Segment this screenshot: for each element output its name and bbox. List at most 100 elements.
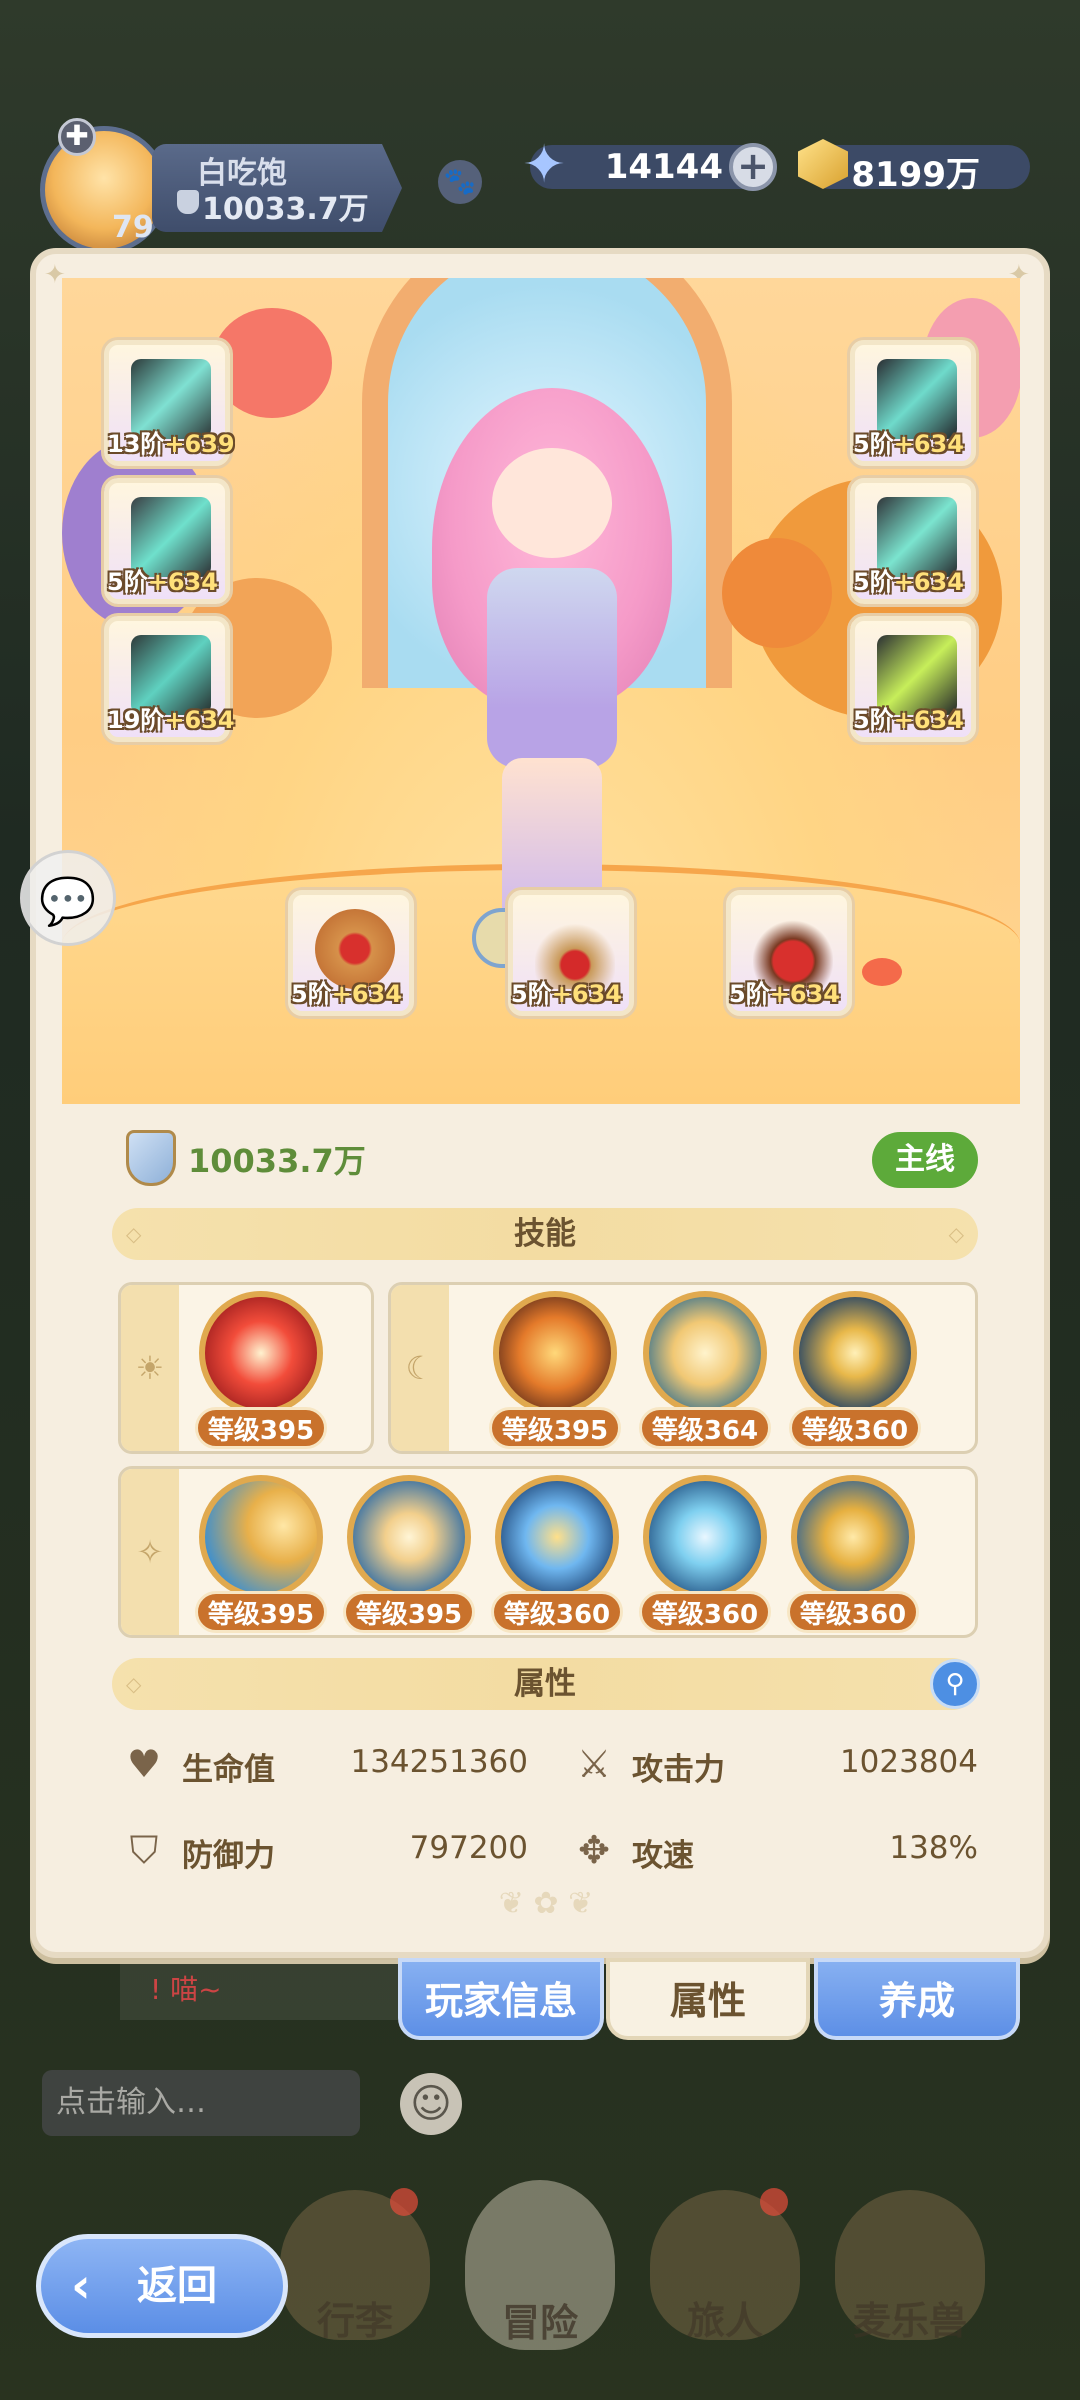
skill-slot[interactable]: 等级360	[639, 1475, 771, 1635]
attr-value: 138%	[889, 1830, 978, 1866]
diamond-ornament-icon: ◇	[126, 1672, 142, 1696]
chat-bubble-icon[interactable]: 💬	[20, 850, 116, 946]
notification-dot	[760, 2188, 788, 2216]
nav-label: 行李	[316, 2299, 393, 2343]
gem-amount: 14144	[604, 147, 723, 187]
skill-icon	[793, 1291, 917, 1415]
player-level: 79	[112, 210, 154, 245]
skills-header: ◇ 技能 ◇	[112, 1208, 978, 1260]
equip-slot-boots[interactable]: 5阶+634	[850, 616, 976, 742]
attr-label: 生命值	[182, 1752, 275, 1788]
gold-amount: 8199万	[851, 155, 980, 195]
skill-icon	[199, 1291, 323, 1415]
character-scene: 13阶+639 5阶+634 19阶+634 5阶+634 5阶+634 5阶+…	[62, 278, 1020, 1104]
skill-slot[interactable]: 等级395	[195, 1475, 327, 1635]
skill-level: 等级360	[789, 1407, 921, 1449]
bear-balloon	[212, 308, 332, 418]
star-skill-group: ✧ 等级395 等级395 等级360 等级360 等级360	[118, 1466, 978, 1638]
equip-tier: 13阶+639	[107, 430, 235, 458]
skill-slot[interactable]: 等级395	[489, 1291, 621, 1451]
pumpkin-witch	[722, 538, 832, 648]
sun-skill-group: ☀ 等级395	[118, 1282, 374, 1454]
diamond-ornament-icon: ◇	[948, 1222, 964, 1246]
back-button[interactable]: ‹ 返回	[36, 2234, 288, 2338]
equip-tier: 5阶+634	[291, 980, 402, 1008]
attributes-title: 属性	[514, 1666, 576, 1702]
crest-icon: ✚	[58, 118, 96, 156]
equip-slot-amulet[interactable]: 5阶+634	[726, 890, 852, 1016]
emoji-icon[interactable]: ☺	[400, 2073, 462, 2135]
player-power: 10033.7万	[202, 192, 369, 227]
cat-ornament-icon: ❦ ✿ ❦	[498, 1886, 594, 1921]
add-gems-button[interactable]: +	[729, 143, 777, 191]
nav-label: 旅人	[686, 2299, 763, 2343]
equip-tier: 19阶+634	[107, 706, 235, 734]
tab-training[interactable]: 养成	[814, 1958, 1020, 2040]
skill-icon	[643, 1475, 767, 1599]
skill-slot[interactable]: 等级360	[491, 1475, 623, 1635]
skill-level: 等级395	[343, 1591, 475, 1633]
attr-value: 134251360	[350, 1744, 528, 1780]
nav-adventure[interactable]: 冒险	[455, 2180, 625, 2380]
skill-icon	[347, 1475, 471, 1599]
sun-icon: ☀	[121, 1285, 179, 1451]
attribute-detail-search-button[interactable]: ⚲	[930, 1659, 980, 1709]
chat-input[interactable]: 点击输入…	[42, 2070, 360, 2136]
sparkle-icon: ✧	[121, 1469, 179, 1635]
back-label: 返回	[137, 2263, 217, 2309]
skill-level: 等级360	[491, 1591, 623, 1633]
nav-pets[interactable]: 麦乐兽	[825, 2180, 995, 2380]
equip-tier: 5阶+634	[107, 568, 218, 596]
skill-slot[interactable]: 等级395	[343, 1475, 475, 1635]
equip-tier: 5阶+634	[853, 430, 964, 458]
gold-counter: 8199万	[798, 139, 1030, 195]
cat-paw-icon[interactable]: 🐾	[438, 160, 482, 204]
equip-slot-ring[interactable]: 5阶+634	[288, 890, 414, 1016]
skill-icon	[493, 1291, 617, 1415]
character-panel: ✦ ✦ 13阶+639 5阶+634 19阶+634 5阶+634 5阶+634…	[30, 248, 1050, 1958]
attr-value: 797200	[409, 1830, 528, 1866]
skill-icon	[791, 1475, 915, 1599]
character-outfit	[487, 568, 617, 768]
diamond-ornament-icon: ◇	[126, 1222, 142, 1246]
combat-power-value: 10033.7万	[188, 1142, 366, 1180]
player-profile[interactable]: ✚ 79 白吃饱 10033.7万	[12, 118, 412, 254]
tab-attributes[interactable]: 属性	[606, 1958, 810, 2040]
nav-label: 冒险	[501, 2301, 578, 2345]
speed-nodes-icon: ✥	[578, 1828, 610, 1872]
chat-message: ! 喵~	[120, 1960, 400, 2020]
nav-luggage[interactable]: 行李	[270, 2180, 440, 2380]
skills-title: 技能	[514, 1216, 576, 1252]
skill-slot[interactable]: 等级364	[639, 1291, 771, 1451]
skill-slot[interactable]: 等级360	[789, 1291, 921, 1451]
character-face	[492, 448, 612, 558]
skill-icon	[643, 1291, 767, 1415]
mainline-button[interactable]: 主线	[872, 1132, 978, 1188]
character-model[interactable]	[432, 368, 672, 968]
equip-slot-belt[interactable]: 19阶+634	[104, 616, 235, 742]
power-shield-icon	[126, 1130, 176, 1186]
equip-tier: 5阶+634	[853, 706, 964, 734]
ladybug	[862, 958, 902, 986]
star-gem-icon: ✦	[522, 135, 566, 195]
attributes-header: ◇ 属性 ⚲	[112, 1658, 980, 1710]
equip-tier: 5阶+634	[511, 980, 622, 1008]
search-icon: ⚲	[945, 1669, 965, 1699]
power-shield-icon	[177, 190, 199, 214]
skill-slot[interactable]: 等级360	[787, 1475, 919, 1635]
nav-travelers[interactable]: 旅人	[640, 2180, 810, 2380]
equip-slot-gloves[interactable]: 5阶+634	[850, 478, 976, 604]
tab-player-info[interactable]: 玩家信息	[398, 1958, 604, 2040]
skill-slot[interactable]: 等级395	[195, 1291, 327, 1451]
nav-label: 麦乐兽	[852, 2299, 967, 2343]
attr-label: 防御力	[182, 1838, 275, 1874]
equip-slot-armor[interactable]: 5阶+634	[104, 478, 230, 604]
equip-slot-weapon[interactable]: 13阶+639	[104, 340, 235, 466]
equip-tier: 5阶+634	[729, 980, 840, 1008]
skill-icon	[199, 1475, 323, 1599]
skill-level: 等级364	[639, 1407, 771, 1449]
notification-dot	[390, 2188, 418, 2216]
equip-tier: 5阶+634	[853, 568, 964, 596]
equip-slot-helmet[interactable]: 5阶+634	[850, 340, 976, 466]
equip-slot-necklace[interactable]: 5阶+634	[508, 890, 634, 1016]
